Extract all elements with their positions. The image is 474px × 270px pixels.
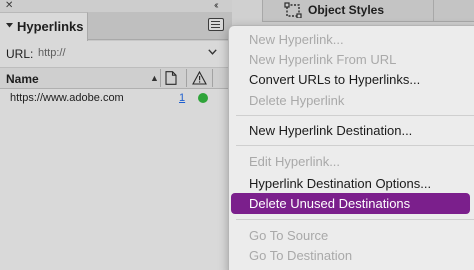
menu-separator	[236, 115, 474, 116]
chevron-down-icon[interactable]	[6, 22, 13, 29]
object-styles-icon	[284, 2, 302, 18]
page-icon[interactable]	[165, 71, 177, 85]
hyperlink-name[interactable]: https://www.adobe.com	[10, 92, 124, 104]
panel-title-bar	[0, 0, 232, 12]
panel-menu-icon[interactable]	[208, 18, 224, 31]
column-divider	[160, 69, 161, 87]
menu-item-delete-hyperlink[interactable]: Delete Hyperlink	[249, 93, 344, 108]
double-chevron-left-icon[interactable]: ‹‹	[214, 0, 218, 11]
menu-item-hyperlink-destination-options[interactable]: Hyperlink Destination Options...	[249, 176, 431, 191]
warning-icon[interactable]	[192, 71, 207, 85]
url-value: http://	[38, 47, 66, 59]
close-icon[interactable]: ✕	[5, 0, 13, 11]
tab-label: Hyperlinks	[17, 19, 84, 34]
column-divider	[186, 69, 187, 87]
url-label: URL:	[6, 47, 34, 61]
app-window: Object Styles ✕ ‹‹ Hyperlinks URL: http:…	[0, 0, 474, 270]
menu-item-new-hyperlink-from-url[interactable]: New Hyperlink From URL	[249, 52, 396, 67]
sort-ascending-icon[interactable]: ▲	[150, 73, 159, 83]
menu-item-go-to-destination[interactable]: Go To Destination	[249, 248, 352, 263]
menu-item-new-hyperlink[interactable]: New Hyperlink...	[249, 32, 344, 47]
menu-item-edit-hyperlink[interactable]: Edit Hyperlink...	[249, 154, 340, 169]
menu-item-delete-unused-destinations[interactable]: Delete Unused Destinations	[249, 196, 410, 211]
right-panel-top-filler	[434, 0, 474, 22]
menu-item-convert-urls[interactable]: Convert URLs to Hyperlinks...	[249, 72, 420, 87]
menu-item-go-to-source[interactable]: Go To Source	[249, 228, 328, 243]
chevron-down-icon[interactable]	[208, 49, 217, 55]
hyperlink-page-link[interactable]: 1	[179, 92, 185, 104]
column-divider	[212, 69, 213, 87]
status-ok-icon	[198, 93, 208, 103]
menu-item-new-hyperlink-destination[interactable]: New Hyperlink Destination...	[249, 123, 412, 138]
menu-separator	[236, 145, 474, 146]
column-header-name[interactable]: Name	[6, 72, 39, 86]
menu-separator	[236, 219, 474, 220]
object-styles-label: Object Styles	[308, 3, 385, 17]
